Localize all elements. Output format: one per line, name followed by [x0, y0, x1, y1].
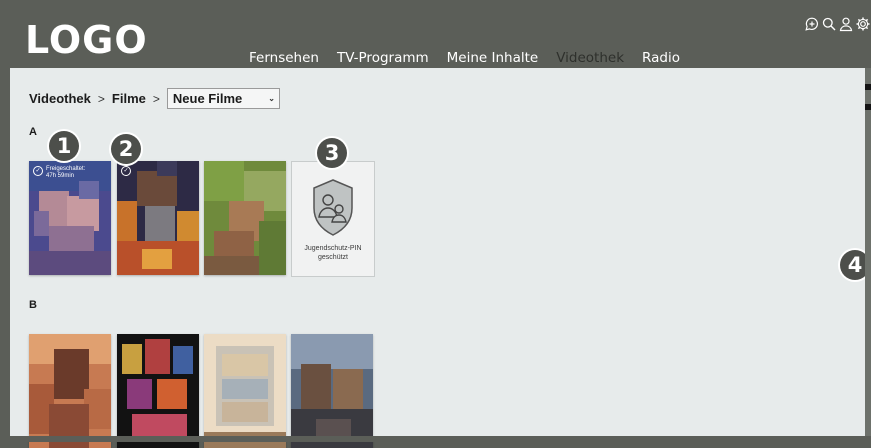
section-title-b: B	[29, 299, 37, 311]
nav-item-meine-inhalte[interactable]: Meine Inhalte	[447, 50, 539, 70]
nav-item-radio[interactable]: Radio	[642, 50, 680, 70]
main-nav: Fernsehen TV-Programm Meine Inhalte Vide…	[249, 50, 698, 75]
movie-tile[interactable]	[29, 334, 111, 448]
unlocked-badge: ✓	[121, 166, 134, 176]
pin-label-line1: Jugendschutz-PIN	[304, 245, 362, 252]
poster-image	[291, 334, 373, 448]
breadcrumb-separator-icon: >	[97, 91, 105, 106]
movie-tile[interactable]	[204, 161, 286, 275]
pin-label-line2: geschützt	[318, 254, 348, 261]
unlocked-badge: ✓ Freigeschaltet: 47h 59min	[33, 166, 85, 180]
user-icon[interactable]	[838, 16, 854, 32]
section-title-a: A	[29, 126, 37, 138]
nav-item-tv-programm[interactable]: TV-Programm	[337, 50, 429, 70]
nav-item-videothek[interactable]: Videothek	[556, 50, 624, 75]
app-window: LOGO Fernsehen TV-Programm Meine Inhalte…	[0, 0, 871, 448]
scrollbar-mark	[865, 104, 871, 110]
pin-protected-tile[interactable]: Jugendschutz-PIN geschützt	[291, 161, 375, 277]
top-header: LOGO Fernsehen TV-Programm Meine Inhalte…	[10, 10, 871, 75]
poster-image	[204, 334, 286, 448]
check-circle-icon: ✓	[33, 166, 43, 176]
poster-image	[117, 161, 199, 275]
movie-tile[interactable]	[291, 334, 373, 448]
logo[interactable]: LOGO	[25, 18, 148, 62]
breadcrumb: Videothek > Filme > Neue Filme ⌄	[29, 88, 280, 109]
scrollbar-mark	[865, 84, 871, 90]
movie-tile[interactable]: ✓ Freigeschaltet: 47h 59min	[29, 161, 111, 275]
parental-lock-shield-icon	[313, 179, 353, 236]
check-circle-icon: ✓	[121, 166, 131, 176]
callout-marker-3: 3	[317, 138, 347, 168]
category-dropdown-value: Neue Filme	[172, 91, 243, 106]
gear-icon[interactable]	[855, 16, 871, 32]
badge-label: Freigeschaltet:	[46, 166, 86, 172]
poster-image	[29, 334, 111, 448]
poster-image	[117, 334, 199, 448]
bottom-bar	[0, 436, 871, 442]
callout-marker-2: 2	[111, 134, 141, 164]
movie-tile[interactable]: ✓	[117, 161, 199, 275]
movie-tile[interactable]	[117, 334, 199, 448]
pin-label: Jugendschutz-PIN geschützt	[292, 244, 374, 262]
poster-image	[204, 161, 286, 275]
scrollbar[interactable]	[865, 68, 871, 442]
breadcrumb-filme[interactable]: Filme	[112, 91, 146, 106]
main-content: Videothek > Filme > Neue Filme ⌄ A ✓ Fre…	[10, 68, 865, 448]
header-icons	[803, 16, 871, 32]
callout-marker-1: 1	[49, 131, 79, 161]
search-icon[interactable]	[821, 16, 837, 32]
breadcrumb-separator-icon: >	[152, 91, 160, 106]
nav-item-fernsehen[interactable]: Fernsehen	[249, 50, 319, 70]
category-dropdown[interactable]: Neue Filme ⌄	[166, 88, 280, 109]
badge-time: 47h 59min	[46, 173, 75, 179]
breadcrumb-videothek[interactable]: Videothek	[29, 91, 91, 106]
chat-plus-icon[interactable]	[804, 16, 820, 32]
chevron-down-icon: ⌄	[268, 94, 275, 103]
movie-tile[interactable]	[204, 334, 286, 448]
